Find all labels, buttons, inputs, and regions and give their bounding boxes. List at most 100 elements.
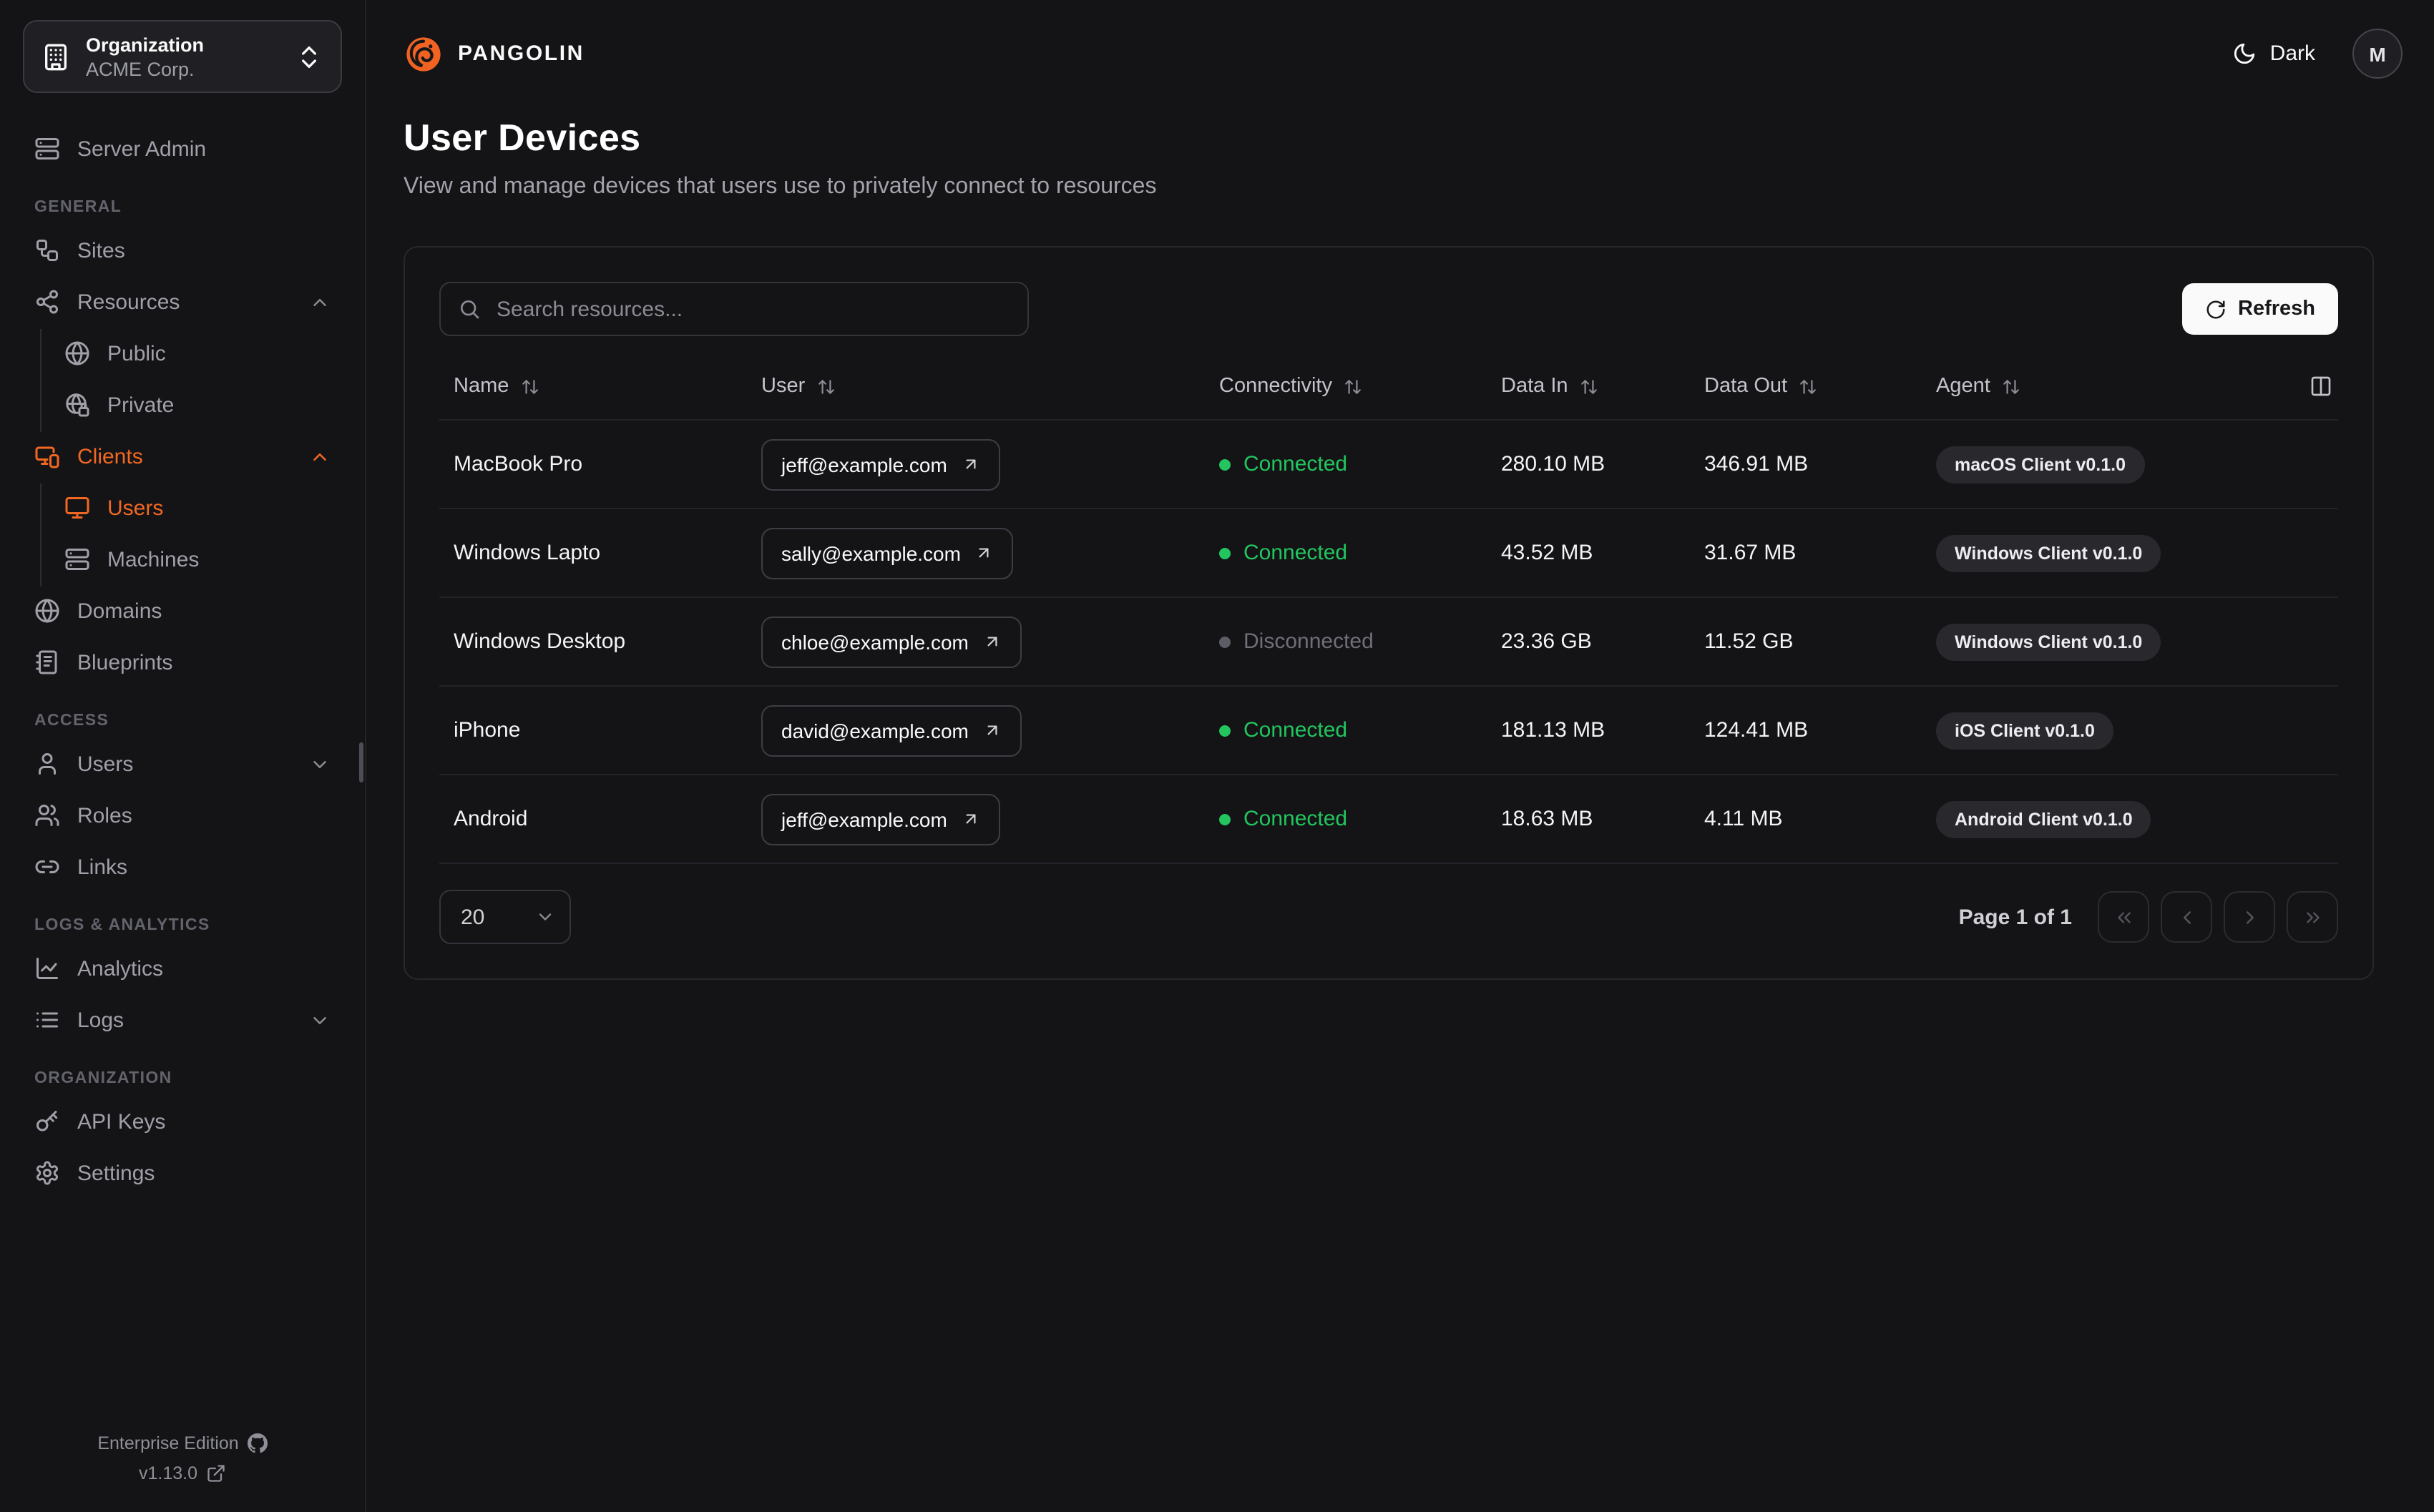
user-email: david@example.com (781, 719, 969, 742)
next-page-button[interactable] (2224, 891, 2275, 943)
data-out-value: 31.67 MB (1704, 541, 1797, 565)
theme-toggle-button[interactable]: Dark (2224, 40, 2324, 67)
page-size-select[interactable]: 20 (439, 890, 571, 944)
search-box (439, 282, 1029, 336)
column-header-connectivity[interactable]: Connectivity (1219, 375, 1501, 398)
sidebar-item-api-keys[interactable]: API Keys (17, 1097, 348, 1146)
user-email: chloe@example.com (781, 630, 969, 653)
search-icon (461, 300, 479, 319)
clients-icon (35, 446, 59, 468)
page-subtitle: View and manage devices that users use t… (404, 175, 1157, 199)
sort-icon[interactable] (816, 377, 835, 396)
sidebar-item-machines[interactable]: Machines (47, 535, 348, 584)
pangolin-logo (406, 36, 441, 71)
refresh-icon (2206, 300, 2225, 318)
connectivity-status: Connected (1219, 452, 1501, 476)
status-dot (1219, 636, 1231, 647)
column-label: User (761, 375, 806, 398)
column-header-user[interactable]: User (761, 375, 1219, 398)
sidebar-item-label: Logs (77, 1008, 124, 1032)
sidebar-item-logs[interactable]: Logs (17, 996, 348, 1044)
user-email: sally@example.com (781, 541, 961, 564)
app: Organization ACME Corp. Server Admin GEN… (0, 0, 2434, 1512)
sidebar-item-sites[interactable]: Sites (17, 226, 348, 275)
status-label: Disconnected (1243, 629, 1374, 654)
sort-icon[interactable] (2002, 377, 2020, 396)
user-email: jeff@example.com (781, 807, 947, 830)
column-header-data-out[interactable]: Data Out (1704, 375, 1936, 398)
sidebar-item-analytics[interactable]: Analytics (17, 944, 348, 993)
sort-icon[interactable] (1580, 377, 1598, 396)
sidebar-item-server-admin[interactable]: Server Admin (17, 124, 348, 173)
columns-icon (2311, 376, 2331, 396)
column-label: Agent (1936, 375, 1990, 398)
status-label: Connected (1243, 807, 1348, 831)
org-selector[interactable]: Organization ACME Corp. (23, 20, 342, 93)
connectivity-status: Connected (1219, 807, 1501, 831)
sidebar-item-links[interactable]: Links (17, 843, 348, 891)
column-header-data-in[interactable]: Data In (1501, 375, 1704, 398)
toggle-columns-button[interactable] (2310, 375, 2332, 398)
sidebar-item-domains[interactable]: Domains (17, 586, 348, 635)
connectivity-status: Disconnected (1219, 629, 1501, 654)
chevron-left-icon (2183, 910, 2190, 923)
sidebar-item-label: Machines (107, 547, 200, 571)
column-header-name[interactable]: Name (454, 375, 761, 398)
sidebar-item-roles[interactable]: Roles (17, 791, 348, 840)
user-link-button[interactable]: david@example.com (761, 705, 1022, 756)
sidebar-item-label: API Keys (77, 1109, 166, 1134)
sidebar-item-resources[interactable]: Resources (17, 278, 348, 326)
sidebar-item-settings[interactable]: Settings (17, 1149, 348, 1197)
user-link-button[interactable]: chloe@example.com (761, 616, 1022, 667)
machines-icon (65, 549, 89, 570)
status-dot (1219, 458, 1231, 470)
topbar: PANGOLIN Dark M (366, 0, 2434, 79)
resources-icon (36, 290, 58, 314)
agent-badge: iOS Client v0.1.0 (1936, 712, 2113, 749)
agent-badge: macOS Client v0.1.0 (1936, 446, 2145, 483)
clients-subgroup: Users Machines (40, 483, 348, 586)
avatar[interactable]: M (2352, 29, 2403, 79)
sidebar-section-general: GENERAL (34, 199, 122, 216)
table-row: Windows Lapto sally@example.com Connecte… (439, 509, 2338, 598)
user-link-button[interactable]: sally@example.com (761, 527, 1014, 579)
sidebar-item-blueprints[interactable]: Blueprints (17, 638, 348, 687)
sidebar-item-clients[interactable]: Clients (17, 432, 348, 481)
data-out-value: 4.11 MB (1704, 807, 1783, 831)
previous-page-button[interactable] (2161, 891, 2212, 943)
column-label: Data In (1501, 375, 1568, 398)
status-dot (1219, 725, 1231, 736)
agent-badge: Windows Client v0.1.0 (1936, 534, 2161, 571)
brand[interactable]: PANGOLIN (404, 34, 585, 74)
sidebar-scrollbar-thumb[interactable] (359, 742, 363, 782)
sidebar-item-label: Server Admin (77, 137, 207, 161)
chevron-up-icon (313, 298, 326, 305)
top-actions: Dark M (2224, 29, 2403, 79)
sidebar-item-public[interactable]: Public (47, 329, 348, 378)
column-label: Name (454, 375, 509, 398)
last-page-button[interactable] (2287, 891, 2338, 943)
sort-icon[interactable] (1799, 377, 1817, 396)
sidebar-item-client-users[interactable]: Users (47, 483, 348, 532)
data-in-value: 18.63 MB (1501, 807, 1593, 831)
agent-header[interactable]: Agent (1936, 375, 2020, 398)
page-indicator: Page 1 of 1 (1958, 905, 2072, 929)
search-input[interactable] (494, 295, 1010, 323)
user-link-button[interactable]: jeff@example.com (761, 438, 1000, 490)
sort-icon[interactable] (520, 377, 539, 396)
org-value: ACME Corp. (86, 58, 195, 79)
sort-icon[interactable] (1344, 377, 1362, 396)
sidebar-item-users[interactable]: Users (17, 740, 348, 788)
user-link-button[interactable]: jeff@example.com (761, 793, 1000, 845)
sidebar-item-label: Public (107, 341, 166, 365)
edition-line[interactable]: Enterprise Edition (97, 1433, 268, 1453)
agent-badge: Android Client v0.1.0 (1936, 800, 2151, 838)
first-page-button[interactable] (2098, 891, 2149, 943)
chevrons-right-icon (2306, 911, 2319, 923)
refresh-button[interactable]: Refresh (2182, 283, 2338, 335)
sidebar-item-private[interactable]: Private (47, 381, 348, 429)
arrow-up-right-icon (987, 725, 997, 735)
sidebar-section-access: ACCESS (34, 712, 109, 730)
version-line[interactable]: v1.13.0 (139, 1463, 226, 1483)
sites-icon (36, 240, 58, 261)
